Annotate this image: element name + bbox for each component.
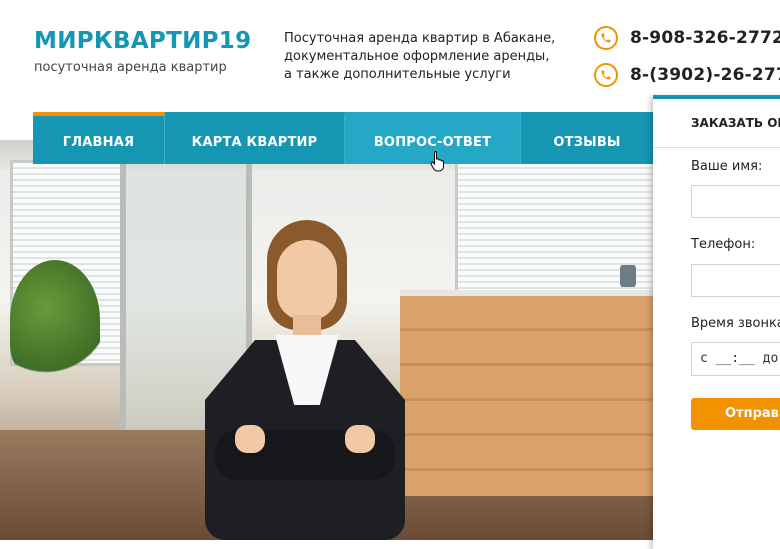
name-label: Ваше имя: <box>691 159 763 174</box>
woman-face <box>277 240 337 320</box>
mouse-cursor-icon <box>430 151 444 172</box>
phone-number[interactable]: 8-908-326-2772 <box>630 28 780 48</box>
call-time-label: Время звонка <box>691 316 780 331</box>
phone-contact: 8-908-326-2772 <box>594 24 780 52</box>
hero-desk-lamp <box>620 265 636 287</box>
nav-item-home[interactable]: ГЛАВНАЯ <box>33 112 165 164</box>
phone-contact: 8-(3902)-26-2772 <box>594 61 780 89</box>
site-logo-subtitle: посуточная аренда квартир <box>34 60 227 75</box>
phone-number[interactable]: 8-(3902)-26-2772 <box>630 65 780 85</box>
header-description: Посуточная аренда квартир в Абакане, док… <box>284 30 584 84</box>
call-time-input[interactable]: с __:__ до <box>691 342 780 376</box>
nav-item-reviews[interactable]: ОТЗЫВЫ <box>521 112 653 164</box>
hero-businesswoman <box>195 220 415 540</box>
callback-form-title: ЗАКАЗАТЬ ОБ <box>691 116 780 130</box>
name-input[interactable] <box>691 185 780 218</box>
phone-label: Телефон: <box>691 237 756 252</box>
divider <box>653 147 780 148</box>
phone-icon <box>594 26 618 50</box>
description-line: документальное оформление аренды, <box>284 49 550 64</box>
woman-hand <box>345 425 375 453</box>
phone-input[interactable] <box>691 264 780 297</box>
nav-item-map[interactable]: КАРТА КВАРТИР <box>165 112 345 164</box>
description-line: Посуточная аренда квартир в Абакане, <box>284 31 556 46</box>
phone-icon <box>594 63 618 87</box>
submit-button[interactable]: Отправи <box>691 398 780 430</box>
description-line: а также дополнительные услуги <box>284 67 511 82</box>
hero-plant <box>10 260 100 380</box>
callback-form-panel: ЗАКАЗАТЬ ОБ Ваше имя: Телефон: Время зво… <box>653 95 780 549</box>
site-logo-title[interactable]: МИРКВАРТИР19 <box>34 28 251 54</box>
woman-hand <box>235 425 265 453</box>
main-nav: ГЛАВНАЯ КАРТА КВАРТИР ВОПРОС-ОТВЕТ ОТЗЫВ… <box>33 112 653 164</box>
